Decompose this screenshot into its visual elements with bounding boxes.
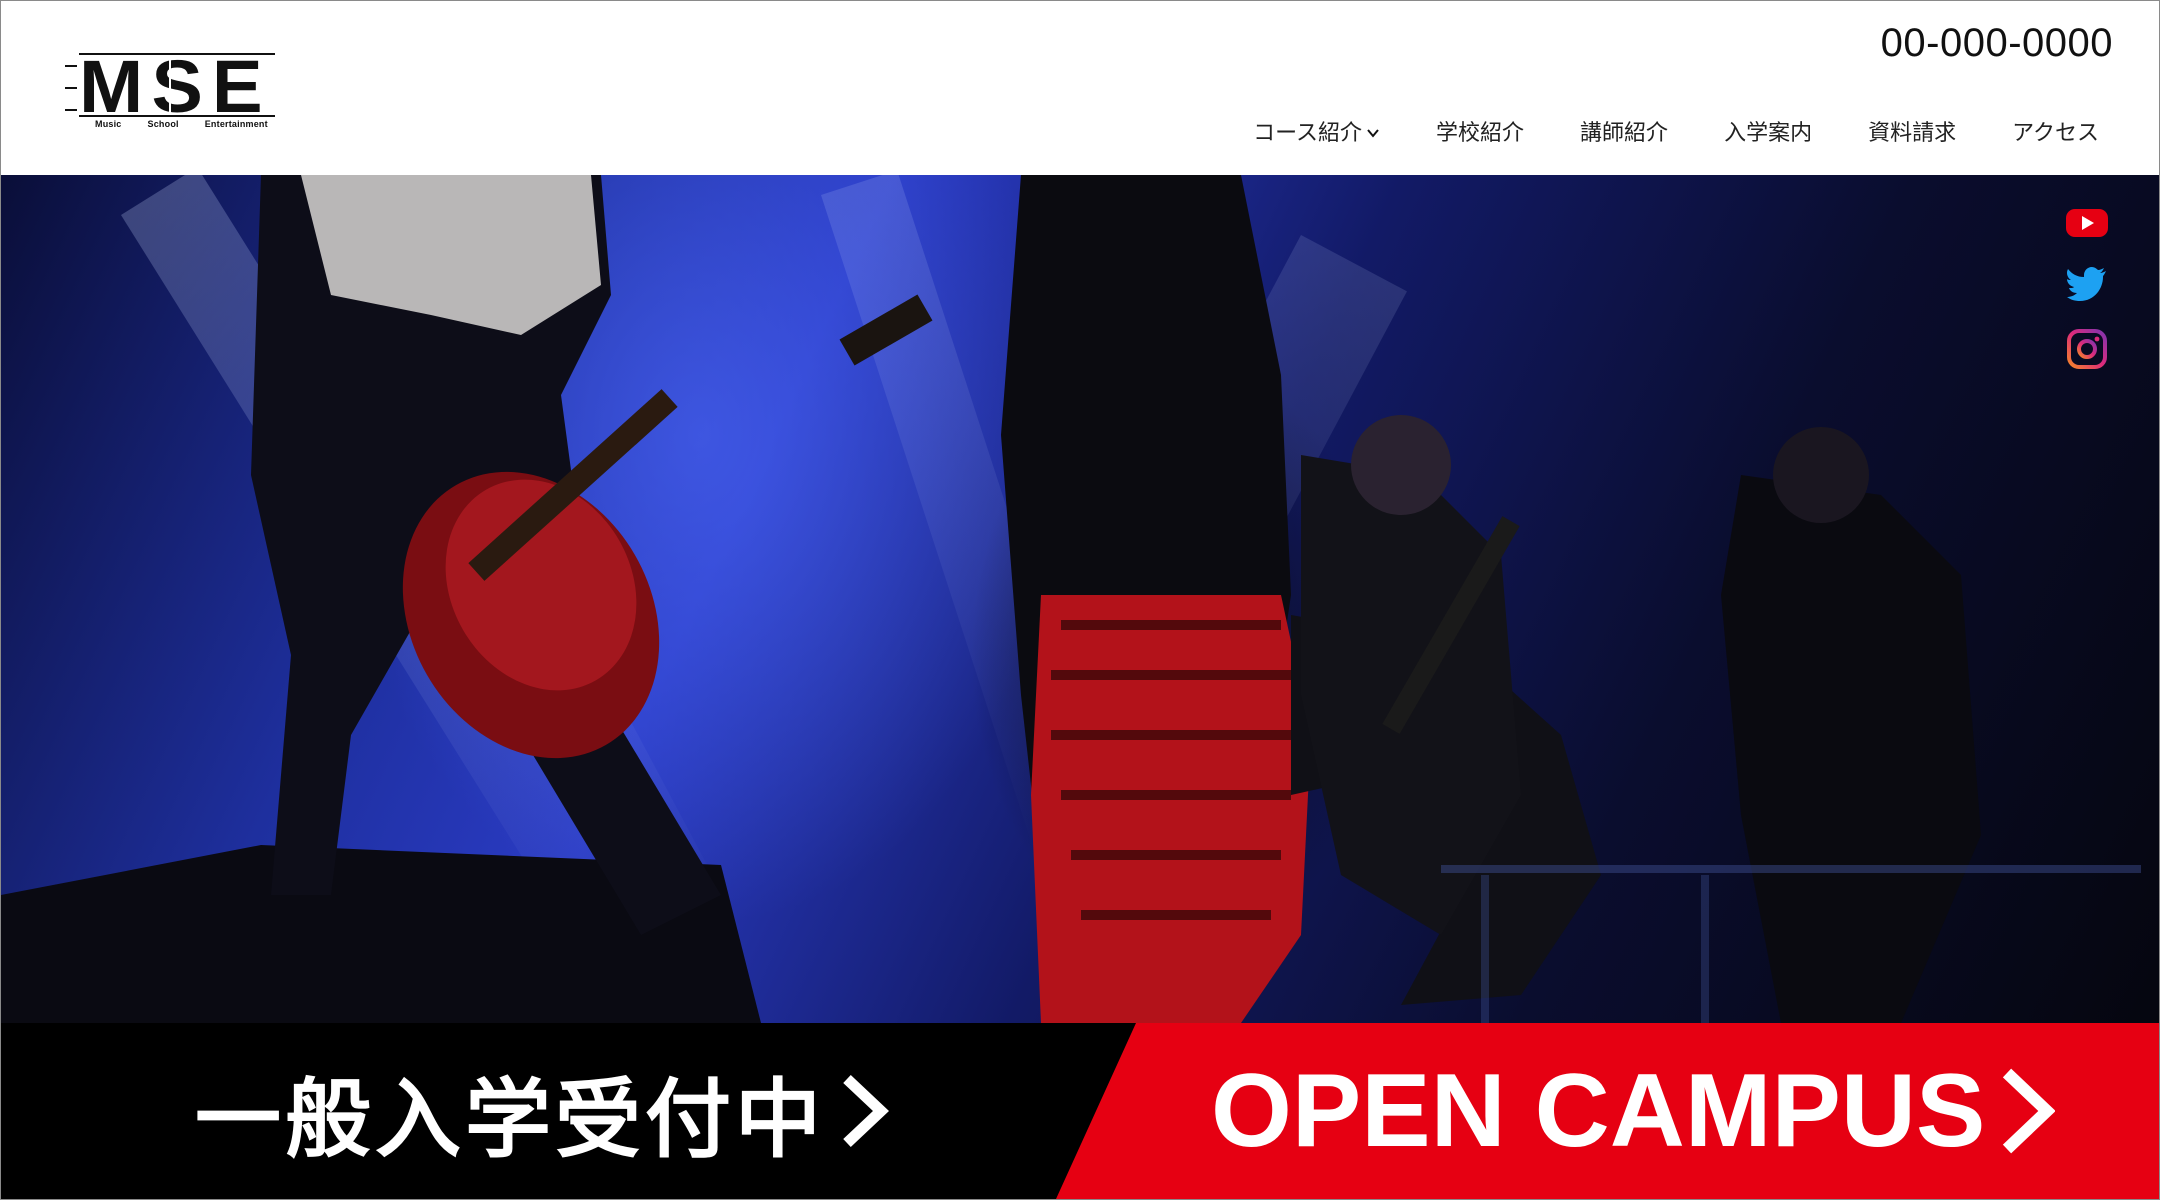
open-campus-banner-text: OPEN CAMPUS <box>1211 1023 2056 1199</box>
admission-banner-text: 一般入学受付中 <box>195 1023 889 1199</box>
nav-item-admission[interactable]: 入学案内 <box>1724 115 1812 147</box>
nav-item-access-label: アクセス <box>2012 121 2099 146</box>
chevron-down-icon <box>1367 129 1379 138</box>
nav-item-instructors[interactable]: 講師紹介 <box>1580 115 1668 147</box>
open-campus-banner[interactable]: OPEN CAMPUS <box>1056 1023 2159 1199</box>
concert-scene <box>1 175 2141 1023</box>
nav-item-school-label: 学校紹介 <box>1436 121 1525 146</box>
chevron-right-icon <box>2003 1068 2056 1154</box>
logo-letters-text: MSE <box>79 49 271 119</box>
youtube-icon[interactable] <box>2065 207 2109 239</box>
nav-item-access[interactable]: アクセス <box>2012 115 2099 147</box>
social-links <box>2065 207 2109 369</box>
nav-item-courses-label: コース紹介 <box>1253 121 1363 146</box>
logo[interactable]: MSE Music School Entertainment <box>65 49 277 135</box>
logo-sub-entertainment: Entertainment <box>204 119 268 129</box>
logo-sub-school: School <box>147 119 179 129</box>
logo-sub-music: Music <box>95 119 122 129</box>
phone-number[interactable]: 00-000-0000 <box>1881 21 2113 66</box>
hero-image <box>1 175 2159 1023</box>
cta-banners: 一般入学受付中 OPEN CAMPUS <box>1 1023 2159 1199</box>
twitter-icon[interactable] <box>2067 267 2107 301</box>
nav-item-instructors-label: 講師紹介 <box>1580 121 1669 146</box>
nav-item-brochure-label: 資料請求 <box>1868 121 1957 146</box>
admission-banner-label: 一般入学受付中 <box>195 1069 825 1170</box>
nav-item-brochure[interactable]: 資料請求 <box>1868 115 1956 147</box>
nav-item-school[interactable]: 学校紹介 <box>1436 115 1524 147</box>
main-nav: コース紹介 学校紹介 講師紹介 入学案内 資料請求 アクセス <box>1253 115 2099 147</box>
nav-item-admission-label: 入学案内 <box>1724 121 1813 146</box>
logo-subtitle: Music School Entertainment <box>95 119 295 129</box>
open-campus-banner-label: OPEN CAMPUS <box>1211 1052 1986 1169</box>
nav-item-courses[interactable]: コース紹介 <box>1253 115 1380 147</box>
instagram-icon[interactable] <box>2067 329 2107 369</box>
chevron-right-icon <box>843 1074 889 1148</box>
logo-mark: MSE <box>65 49 275 119</box>
admission-banner[interactable]: 一般入学受付中 <box>1 1023 1131 1199</box>
site-header: MSE Music School Entertainment 00-000-00… <box>1 1 2159 175</box>
